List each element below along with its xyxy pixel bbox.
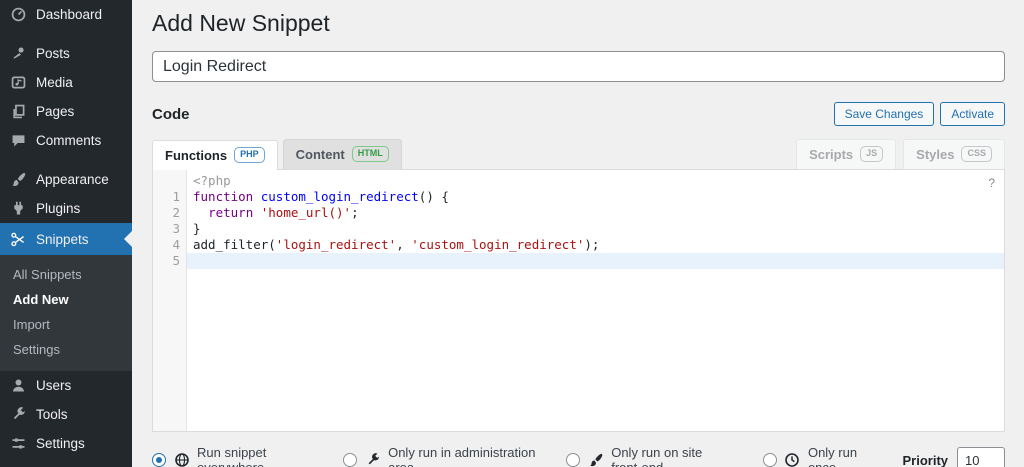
sidebar-item-appearance[interactable]: Appearance (0, 165, 132, 194)
tab-label: Styles (916, 147, 954, 162)
submenu-item-all-snippets[interactable]: All Snippets (0, 262, 132, 287)
code-type-tabs: Functions PHP Content HTML Scripts JS St… (152, 139, 1005, 169)
submenu-item-import[interactable]: Import (0, 312, 132, 337)
line-number: 1 (153, 189, 187, 205)
sidebar-item-pages[interactable]: Pages (0, 97, 132, 126)
sidebar-item-label: Pages (36, 104, 74, 119)
scope-option-admin-area[interactable]: Only run in administration area (343, 445, 536, 467)
priority-label: Priority (902, 453, 948, 467)
code-meta-line: <?php (153, 173, 1004, 189)
html-badge: HTML (352, 146, 389, 162)
code-line: 4 add_filter('login_redirect', 'custom_l… (153, 237, 1004, 253)
code-heading: Code (152, 106, 190, 123)
radio-selected[interactable] (152, 453, 166, 467)
admin-sidebar: Dashboard Posts Media Pages Commen (0, 0, 132, 467)
sidebar-item-posts[interactable]: Posts (0, 39, 132, 68)
tab-styles: Styles CSS (903, 139, 1005, 169)
dashboard-icon (9, 6, 27, 24)
snippet-title-input[interactable] (152, 51, 1005, 82)
sidebar-item-settings[interactable]: Settings (0, 429, 132, 458)
js-badge: JS (860, 146, 883, 162)
sidebar-item-label: Comments (36, 133, 101, 148)
priority-input[interactable] (957, 447, 1005, 467)
tab-scripts: Scripts JS (796, 139, 896, 169)
sidebar-item-label: Appearance (36, 172, 109, 187)
radio-unselected[interactable] (763, 453, 777, 467)
snippet-scope-options: Run snippet everywhere Only run in admin… (152, 445, 1005, 467)
sidebar-item-comments[interactable]: Comments (0, 126, 132, 155)
code-line: 3 } (153, 221, 1004, 237)
sidebar-item-label: Posts (36, 46, 70, 61)
line-number: 4 (153, 237, 187, 253)
scope-option-label: Run snippet everywhere (197, 445, 313, 467)
sidebar-separator (0, 29, 132, 39)
pushpin-icon (9, 45, 27, 63)
php-badge: PHP (234, 147, 265, 163)
line-number: 3 (153, 221, 187, 237)
sidebar-item-label: Settings (36, 436, 85, 451)
activate-button[interactable]: Activate (940, 102, 1005, 126)
save-changes-button[interactable]: Save Changes (834, 102, 935, 126)
scissors-icon (9, 230, 27, 248)
code-line: 1 function custom_login_redirect() { (153, 189, 1004, 205)
paintbrush-icon (9, 171, 27, 189)
snippets-submenu: All Snippets Add New Import Settings (0, 255, 132, 371)
tab-label: Functions (165, 148, 227, 163)
priority-control: Priority (902, 447, 1005, 467)
scope-option-everywhere[interactable]: Run snippet everywhere (152, 445, 313, 467)
scope-option-label: Only run in administration area (388, 445, 536, 467)
clock-icon (784, 452, 801, 467)
tab-content[interactable]: Content HTML (283, 139, 402, 169)
sidebar-item-label: Plugins (36, 201, 80, 216)
scope-option-front-end[interactable]: Only run on site front-end (566, 445, 733, 467)
sidebar-separator (0, 155, 132, 165)
submenu-item-settings[interactable]: Settings (0, 337, 132, 362)
scope-option-label: Only run once (808, 445, 873, 467)
brush-icon (587, 452, 604, 467)
wrench-icon (364, 452, 381, 467)
scope-option-label: Only run on site front-end (611, 445, 733, 467)
pages-icon (9, 103, 27, 121)
media-icon (9, 74, 27, 92)
main-content: Add New Snippet Code Save Changes Activa… (132, 0, 1024, 467)
tab-label: Scripts (809, 147, 853, 162)
sidebar-item-label: Users (36, 378, 71, 393)
sidebar-item-label: Dashboard (36, 7, 102, 22)
page-title: Add New Snippet (152, 10, 1005, 37)
sidebar-item-label: Tools (36, 407, 68, 422)
code-editor[interactable]: ? <?php 1 function custom_login_redirect… (152, 169, 1005, 432)
plugin-icon (9, 200, 27, 218)
sidebar-item-label: Media (36, 75, 73, 90)
line-number: 5 (153, 253, 187, 269)
tab-functions[interactable]: Functions PHP (152, 140, 278, 170)
user-icon (9, 377, 27, 395)
sidebar-item-snippets[interactable]: Snippets (0, 223, 132, 255)
globe-icon (173, 452, 190, 467)
tab-label: Content (296, 147, 345, 162)
code-section-header: Code Save Changes Activate (152, 102, 1005, 126)
code-line-active: 5 (153, 253, 1004, 269)
radio-unselected[interactable] (566, 453, 580, 467)
scope-option-run-once[interactable]: Only run once (763, 445, 873, 467)
comments-icon (9, 132, 27, 150)
sliders-icon (9, 435, 27, 453)
sidebar-item-tools[interactable]: Tools (0, 400, 132, 429)
wp-admin-screen: Dashboard Posts Media Pages Commen (0, 0, 1024, 467)
css-badge: CSS (961, 146, 992, 162)
sidebar-item-users[interactable]: Users (0, 371, 132, 400)
sidebar-item-dashboard[interactable]: Dashboard (0, 0, 132, 29)
action-buttons: Save Changes Activate (834, 102, 1005, 126)
editor-help-icon[interactable]: ? (988, 175, 995, 191)
radio-unselected[interactable] (343, 453, 357, 467)
sidebar-item-label: Snippets (36, 232, 89, 247)
code-line: 2 return 'home_url()'; (153, 205, 1004, 221)
wrench-icon (9, 406, 27, 424)
submenu-item-add-new[interactable]: Add New (0, 287, 132, 312)
sidebar-item-plugins[interactable]: Plugins (0, 194, 132, 223)
sidebar-item-media[interactable]: Media (0, 68, 132, 97)
line-number: 2 (153, 205, 187, 221)
